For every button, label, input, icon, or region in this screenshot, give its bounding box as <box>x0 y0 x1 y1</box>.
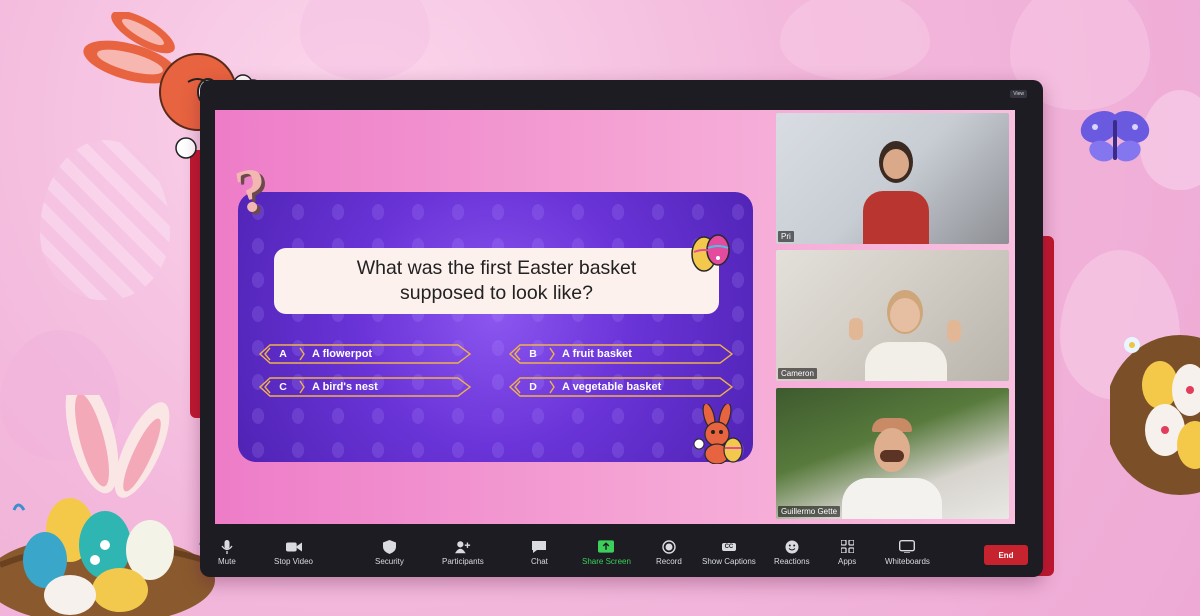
participant-name: Cameron <box>778 368 817 379</box>
butterfly-icon <box>1080 110 1150 162</box>
participant-video <box>861 141 931 244</box>
question-mark-icon: ? <box>230 154 273 228</box>
security-label: Security <box>375 557 404 566</box>
easter-basket-icon <box>0 395 221 616</box>
add-participant-icon <box>454 540 471 553</box>
participant-video-tile[interactable]: Cameron <box>776 250 1009 381</box>
closed-captions-icon: CC <box>720 540 738 553</box>
participant-video <box>836 418 946 519</box>
end-meeting-button[interactable]: End <box>984 545 1028 565</box>
chat-label: Chat <box>531 557 548 566</box>
apps-grid-icon <box>839 540 855 553</box>
answer-letter: A <box>279 348 287 360</box>
question-line-1: What was the first Easter basket <box>356 257 637 279</box>
answer-text: A bird's nest <box>312 381 378 393</box>
record-button[interactable]: Record <box>656 539 682 566</box>
security-button[interactable]: Security <box>375 539 404 566</box>
answer-option-d[interactable]: D A vegetable basket <box>508 376 736 398</box>
easter-eggs-icon <box>691 234 730 272</box>
answer-option-a[interactable]: A A flowerpot <box>258 343 473 365</box>
apps-label: Apps <box>838 557 857 566</box>
question-line-2: supposed to look like? <box>400 282 593 304</box>
view-button[interactable]: View <box>1010 90 1027 98</box>
decorative-egg <box>780 0 930 80</box>
participants-label: Participants <box>442 557 484 566</box>
decorative-egg <box>300 0 430 80</box>
quiz-question: What was the first Easter basket supposed… <box>274 248 719 314</box>
whiteboards-label: Whiteboards <box>885 557 930 566</box>
apps-button[interactable]: Apps <box>838 540 856 566</box>
show-captions-button[interactable]: CC Show Captions <box>702 540 756 566</box>
shield-icon <box>381 539 397 554</box>
zoom-meeting-window: View ? What was the first Easter basket s… <box>200 80 1043 577</box>
answer-letter: D <box>529 381 537 393</box>
smiley-face-icon <box>784 540 800 553</box>
participant-name: Guillermo Gette <box>778 506 841 517</box>
answer-text: A vegetable basket <box>562 381 662 393</box>
quiz-card: ? What was the first Easter basket suppos… <box>230 155 753 464</box>
stop-video-label: Stop Video <box>274 557 313 566</box>
meeting-toolbar: Mute Stop Video Security Participants Ch… <box>200 530 1043 577</box>
shared-screen: ? What was the first Easter basket suppos… <box>215 110 1015 524</box>
whiteboard-icon <box>899 540 916 553</box>
mute-label: Mute <box>218 557 236 566</box>
answer-text: A fruit basket <box>562 348 632 360</box>
share-screen-label: Share Screen <box>582 557 631 566</box>
participant-video-tile[interactable]: Pri <box>776 113 1009 244</box>
record-icon <box>661 539 677 554</box>
chat-bubble-icon <box>531 540 547 553</box>
participant-video <box>849 290 961 381</box>
bunny-sticker-icon <box>693 404 743 464</box>
microphone-icon <box>219 539 235 554</box>
reactions-button[interactable]: Reactions <box>774 540 810 566</box>
decorative-egg <box>40 140 170 300</box>
answer-letter: B <box>529 348 537 360</box>
answer-option-c[interactable]: C A bird's nest <box>258 376 473 398</box>
stop-video-button[interactable]: Stop Video <box>274 540 313 566</box>
answer-letter: C <box>279 381 287 393</box>
share-screen-icon <box>598 540 615 553</box>
video-camera-icon <box>285 540 302 553</box>
show-captions-label: Show Captions <box>702 557 756 566</box>
easter-basket-icon <box>1110 335 1200 495</box>
participant-name: Pri <box>778 231 794 242</box>
participants-button[interactable]: Participants <box>442 540 484 566</box>
captions-badge: CC <box>721 542 737 551</box>
answer-option-b[interactable]: B A fruit basket <box>508 343 736 365</box>
participant-video-tile[interactable]: Guillermo Gette <box>776 388 1009 519</box>
record-label: Record <box>656 557 682 566</box>
share-screen-button[interactable]: Share Screen <box>582 540 631 566</box>
answer-text: A flowerpot <box>312 348 373 360</box>
whiteboards-button[interactable]: Whiteboards <box>885 540 930 566</box>
mute-button[interactable]: Mute <box>218 539 236 566</box>
chat-button[interactable]: Chat <box>531 540 548 566</box>
reactions-label: Reactions <box>774 557 810 566</box>
